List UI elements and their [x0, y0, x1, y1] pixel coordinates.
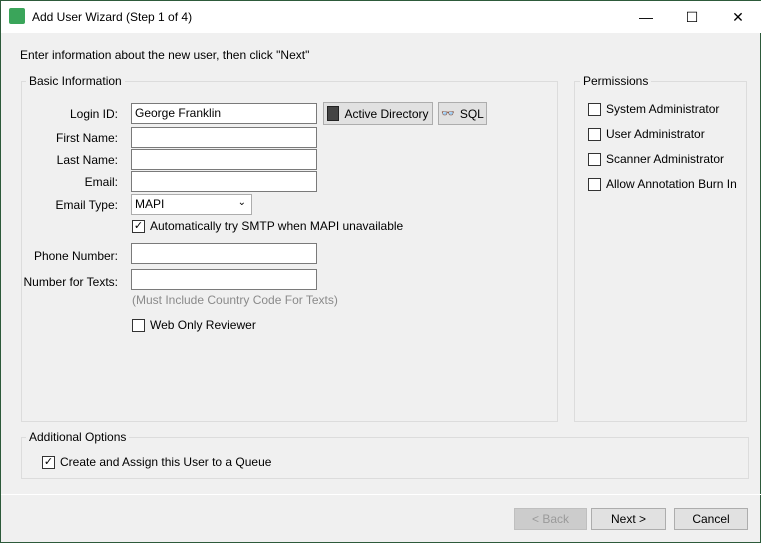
smtp-checkbox[interactable]: ✓ Automatically try SMTP when MAPI unavai…: [132, 219, 403, 233]
checkbox-icon: [588, 102, 601, 116]
binoculars-icon: 👓: [441, 108, 455, 120]
window-title: Add User Wizard (Step 1 of 4): [32, 10, 193, 24]
smtp-label: Automatically try SMTP when MAPI unavail…: [150, 219, 404, 233]
texts-hint: (Must Include Country Code For Texts): [132, 293, 338, 307]
checkbox-checked-icon: ✓: [42, 455, 55, 469]
active-directory-button[interactable]: Active Directory: [323, 102, 433, 125]
login-id-input[interactable]: George Franklin: [131, 103, 317, 124]
basic-information-title: Basic Information: [26, 74, 125, 88]
permissions-title: Permissions: [580, 74, 652, 88]
back-button[interactable]: < Back: [514, 508, 587, 530]
checkbox-checked-icon: ✓: [132, 219, 145, 233]
login-id-label: Login ID:: [69, 107, 118, 121]
email-type-value: MAPI: [135, 197, 165, 211]
email-type-label: Email Type:: [55, 198, 118, 212]
address-book-icon: [327, 106, 340, 121]
phone-number-input[interactable]: [131, 243, 317, 264]
permission-label: Allow Annotation Burn In: [606, 177, 737, 191]
email-label: Email:: [84, 175, 118, 189]
email-type-select[interactable]: MAPI ⌄: [131, 194, 252, 215]
maximize-button[interactable]: ☐: [669, 1, 715, 33]
first-name-input[interactable]: [131, 127, 317, 148]
permission-label: System Administrator: [606, 102, 720, 116]
phone-number-label: Phone Number:: [33, 249, 118, 263]
web-only-reviewer-checkbox[interactable]: Web Only Reviewer: [132, 318, 256, 332]
checkbox-icon: [588, 152, 601, 166]
permission-label: Scanner Administrator: [606, 152, 725, 166]
checkbox-icon: [132, 318, 145, 332]
first-name-label: First Name:: [55, 131, 118, 145]
footer-divider: [1, 494, 761, 495]
active-directory-label: Active Directory: [344, 106, 429, 121]
instructions: Enter information about the new user, th…: [20, 48, 310, 62]
web-only-reviewer-label: Web Only Reviewer: [150, 318, 256, 332]
permission-system-administrator[interactable]: System Administrator: [588, 102, 719, 116]
email-input[interactable]: [131, 171, 317, 192]
minimize-button[interactable]: —: [623, 1, 669, 33]
app-icon: [9, 8, 25, 24]
sql-label: SQL: [459, 106, 484, 121]
checkbox-icon: [588, 177, 601, 191]
permission-user-administrator[interactable]: User Administrator: [588, 127, 705, 141]
permission-allow-annotation-burn-in[interactable]: Allow Annotation Burn In: [588, 177, 737, 191]
close-button[interactable]: ✕: [715, 1, 761, 33]
create-queue-checkbox[interactable]: ✓ Create and Assign this User to a Queue: [42, 455, 271, 469]
last-name-input[interactable]: [131, 149, 317, 170]
next-button[interactable]: Next >: [591, 508, 666, 530]
number-for-texts-label: Number for Texts:: [23, 275, 118, 289]
chevron-down-icon: ⌄: [237, 197, 246, 208]
cancel-button[interactable]: Cancel: [674, 508, 748, 530]
sql-button[interactable]: 👓 SQL: [438, 102, 487, 125]
additional-options-title: Additional Options: [26, 430, 130, 444]
last-name-label: Last Name:: [56, 153, 118, 167]
create-queue-label: Create and Assign this User to a Queue: [60, 455, 272, 469]
checkbox-icon: [588, 127, 601, 141]
number-for-texts-input[interactable]: [131, 269, 317, 290]
permission-scanner-administrator[interactable]: Scanner Administrator: [588, 152, 724, 166]
permission-label: User Administrator: [606, 127, 705, 141]
